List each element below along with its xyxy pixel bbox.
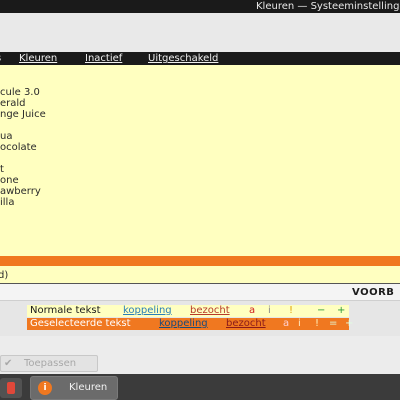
taskbar-window-label: Kleuren (69, 382, 108, 393)
selected-link: koppeling (159, 318, 208, 329)
window-title: Kleuren — Systeeminstellingen (256, 1, 400, 12)
menubar-separator: s (0, 52, 1, 65)
color-preview-area: cule 3.0 erald nge Juice ua ocolate t on… (0, 65, 400, 256)
selected-visited: bezocht (226, 318, 266, 329)
list-item[interactable]: ocolate (0, 142, 37, 153)
list-item[interactable]: erald (0, 98, 26, 109)
list-item[interactable]: t (0, 164, 4, 175)
selected-glyph-a: a (283, 318, 290, 329)
selected-text-label: Geselecteerde tekst (30, 318, 131, 329)
list-item[interactable]: nge Juice (0, 109, 46, 120)
apply-button-label: Toepassen (24, 358, 77, 369)
selected-text-preview: Geselecteerde tekst koppeling bezocht a … (27, 318, 353, 330)
preview-header-row: VOORB (0, 284, 400, 300)
menu-kleuren[interactable]: Kleuren (19, 52, 57, 65)
settings-app-icon: i (38, 381, 52, 395)
list-item[interactable]: one (0, 175, 19, 186)
normal-visited: bezocht (190, 305, 230, 316)
window-titlebar[interactable]: Kleuren — Systeeminstellingen (0, 0, 400, 13)
list-item[interactable]: illa (0, 197, 14, 208)
preview-menubar: s Kleuren Inactief Uitgeschakeld (0, 52, 400, 65)
status-bar: d) (0, 266, 400, 283)
taskbar-window-button[interactable]: i Kleuren (30, 376, 118, 400)
normal-text-label: Normale tekst (30, 305, 101, 316)
normal-link: koppeling (123, 305, 172, 316)
checkmark-icon: ✔ (4, 358, 13, 369)
normal-glyph-plus: + (337, 305, 346, 316)
list-item[interactable]: cule 3.0 (0, 87, 40, 98)
list-item[interactable]: awberry (0, 186, 41, 197)
normal-text-preview: Normale tekst koppeling bezocht a i ! − … (27, 305, 349, 317)
normal-glyph-exclaim: ! (289, 305, 294, 316)
taskbar-app-icon[interactable] (0, 378, 22, 398)
selected-glyph-exclaim: ! (315, 318, 320, 329)
settings-toolbar-area (0, 13, 400, 52)
apply-button[interactable]: ✔ Toepassen (0, 355, 98, 372)
selected-glyph-plus: + (345, 318, 354, 329)
selection-separator (0, 256, 400, 266)
menu-uitgeschakeld[interactable]: Uitgeschakeld (148, 52, 218, 65)
selected-glyph-i: i (298, 318, 301, 329)
selected-glyph-equal: = (329, 318, 338, 329)
list-item[interactable]: ua (0, 131, 12, 142)
normal-glyph-minus: − (317, 305, 326, 316)
normal-glyph-i: i (268, 305, 271, 316)
preview-header: VOORB (352, 287, 395, 298)
menu-inactief[interactable]: Inactief (85, 52, 122, 65)
normal-glyph-a: a (249, 305, 256, 316)
